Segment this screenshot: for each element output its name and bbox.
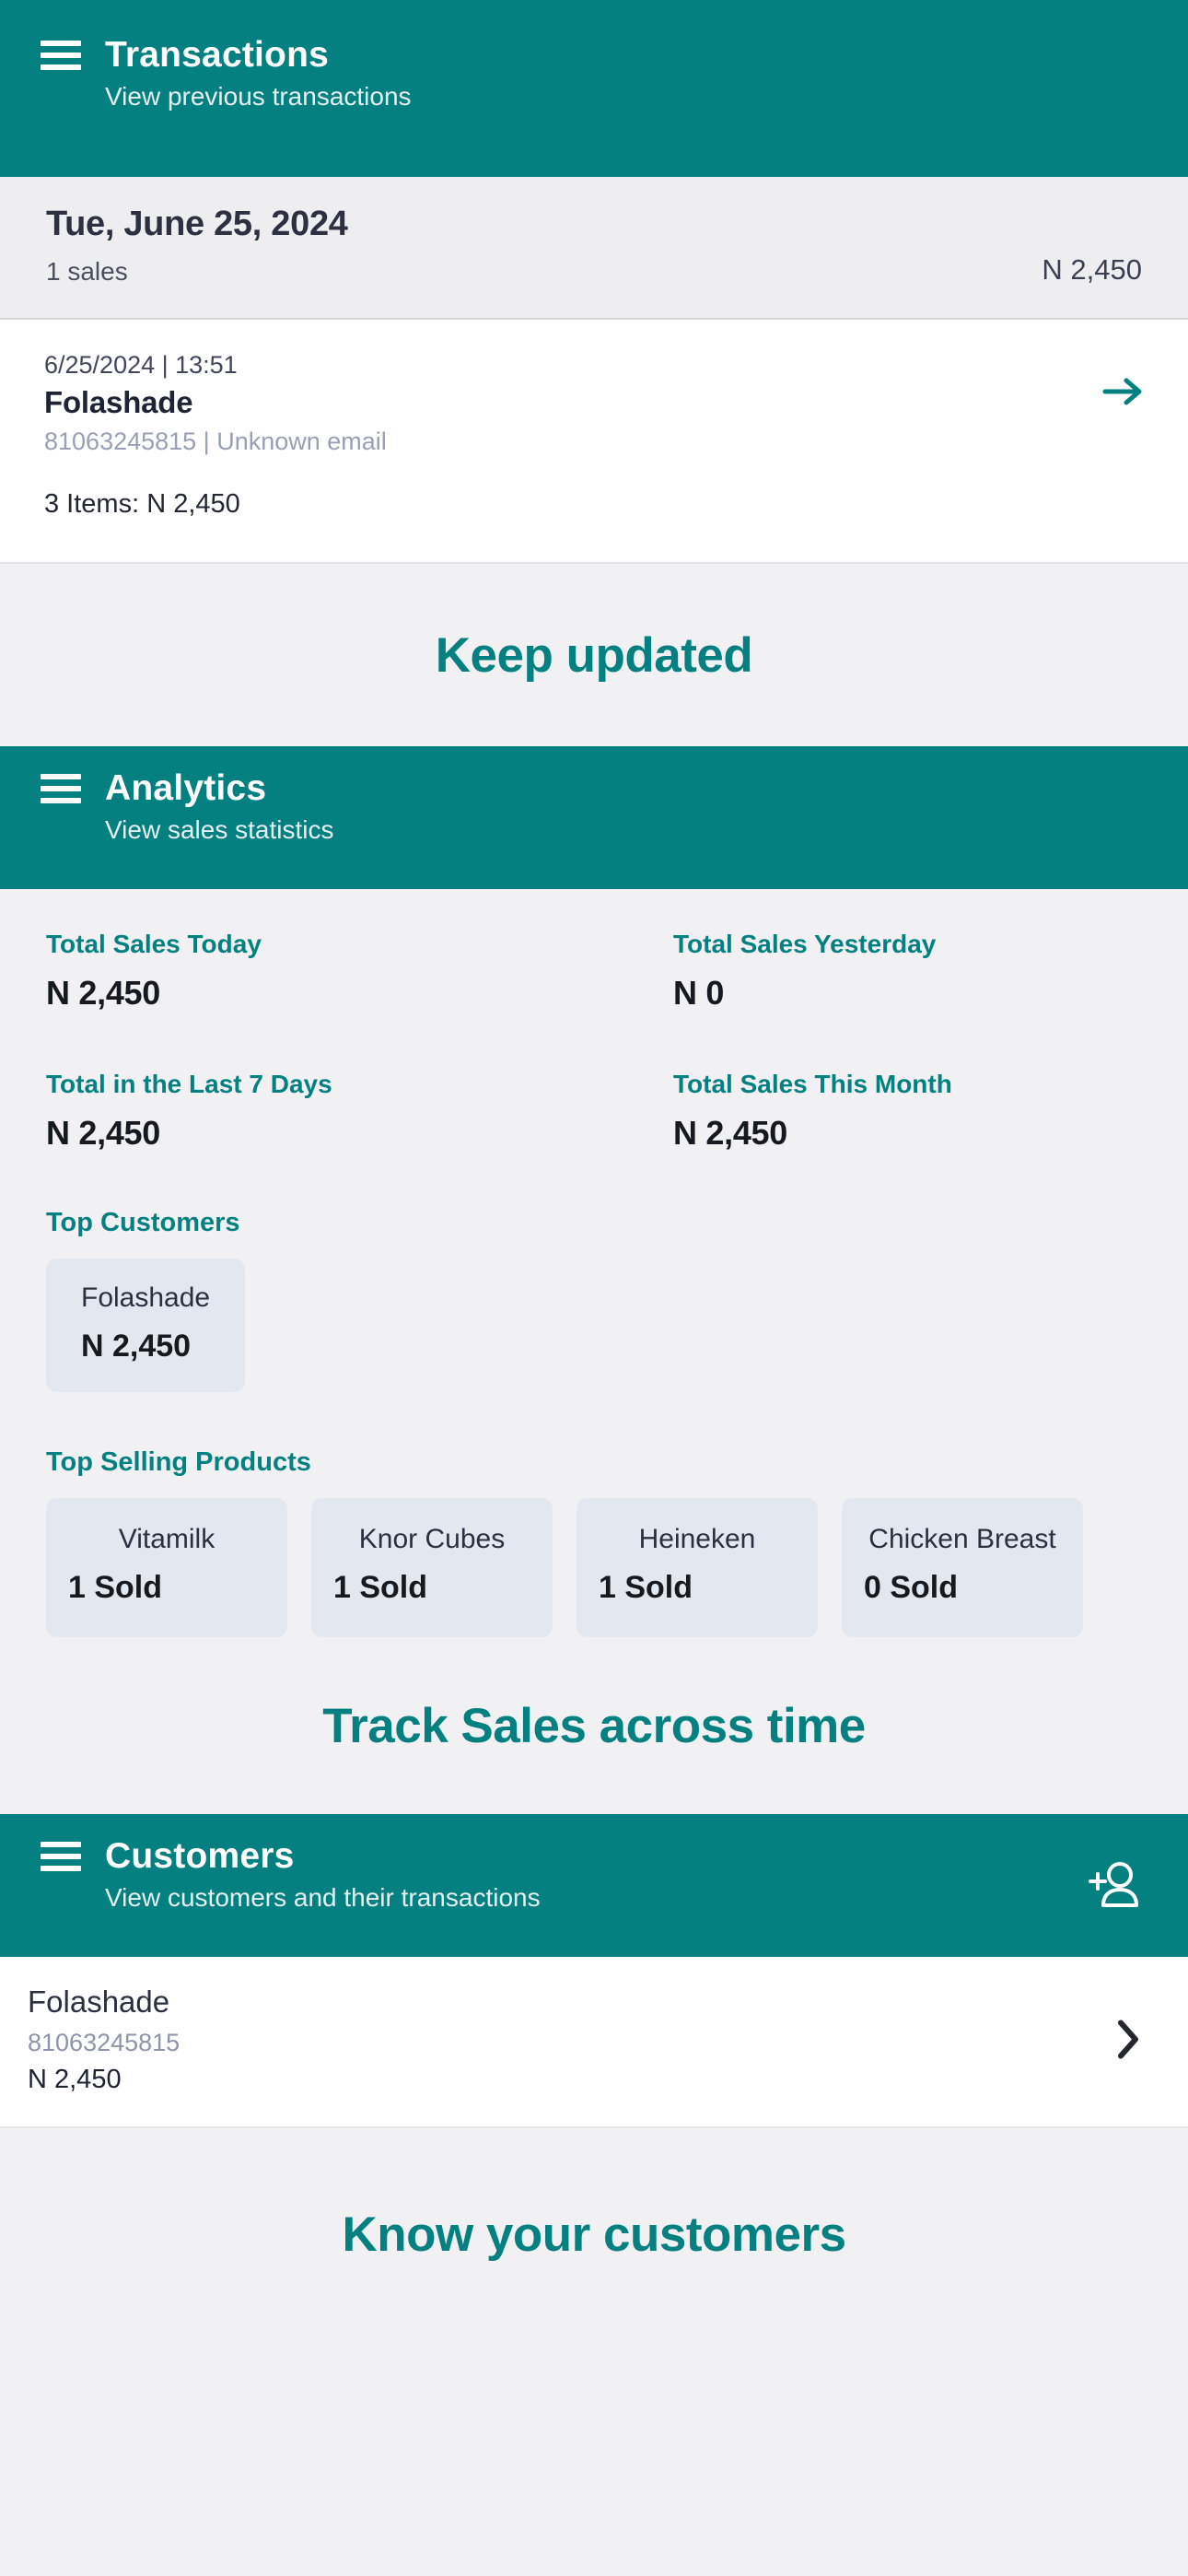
top-customer-chip[interactable]: Folashade N 2,450 [46, 1259, 246, 1392]
hamburger-icon[interactable] [41, 37, 81, 74]
hamburger-bar [41, 1842, 81, 1848]
customer-phone: 81063245815 [28, 2029, 181, 2056]
top-product-chip[interactable]: Vitamilk 1 Sold [46, 1498, 287, 1637]
transaction-row[interactable]: 6/25/2024 | 13:51 Folashade 81063245815 … [0, 320, 1188, 564]
stat-total-sales-yesterday: Total Sales Yesterday N 0 [594, 930, 1142, 1013]
customers-title: Customers [105, 1836, 295, 1876]
stat-total-sales-today: Total Sales Today N 2,450 [46, 930, 594, 1013]
top-product-value: 1 Sold [333, 1570, 428, 1605]
hamburger-bar [41, 1866, 81, 1872]
stat-label: Total in the Last 7 Days [46, 1070, 332, 1098]
stat-label: Total Sales Today [46, 930, 262, 958]
stat-label: Total Sales This Month [673, 1070, 952, 1098]
top-product-chip[interactable]: Knor Cubes 1 Sold [311, 1498, 553, 1637]
hamburger-bar [41, 774, 81, 780]
promo-track-sales-text: Track Sales across time [322, 1698, 866, 1753]
stat-total-last-7-days: Total in the Last 7 Days N 2,450 [46, 1070, 594, 1153]
customer-row[interactable]: Folashade 81063245815 N 2,450 [0, 1957, 1188, 2128]
top-product-name: Chicken Breast [868, 1524, 1056, 1554]
analytics-stat-grid: Total Sales Today N 2,450 Total Sales Ye… [46, 930, 1142, 1153]
transaction-date-summary: 1 sales N 2,450 [46, 253, 1142, 287]
arrow-right-icon[interactable] [1101, 373, 1146, 415]
stat-value: N 2,450 [46, 1114, 160, 1152]
promo-keep-updated: Keep updated [0, 564, 1188, 746]
top-product-name: Heineken [638, 1524, 756, 1554]
stat-value: N 2,450 [46, 974, 160, 1012]
hamburger-bar [41, 786, 81, 792]
customer-name: Folashade [28, 1985, 170, 2019]
transaction-sales-count: 1 sales [46, 257, 128, 286]
promo-track-sales: Track Sales across time [0, 1637, 1188, 1814]
top-product-name: Knor Cubes [358, 1524, 506, 1554]
transaction-datetime: 6/25/2024 | 13:51 [44, 351, 238, 379]
hamburger-bar [41, 64, 81, 71]
top-product-value: 0 Sold [864, 1570, 959, 1605]
customers-header: Customers View customers and their trans… [0, 1814, 1188, 1957]
hamburger-bar [41, 41, 81, 47]
app-screen: Transactions View previous transactions … [0, 0, 1188, 2576]
analytics-body: Total Sales Today N 2,450 Total Sales Ye… [0, 889, 1188, 1637]
hamburger-icon[interactable] [41, 1838, 81, 1875]
analytics-header: Analytics View sales statistics [0, 746, 1188, 889]
hamburger-bar [41, 53, 81, 59]
transaction-date-group: Tue, June 25, 2024 1 sales N 2,450 [0, 177, 1188, 320]
promo-keep-updated-text: Keep updated [435, 627, 753, 683]
top-product-value: 1 Sold [68, 1570, 163, 1605]
hamburger-bar [41, 1854, 81, 1860]
top-product-chip[interactable]: Chicken Breast 0 Sold [842, 1498, 1083, 1637]
top-customer-name: Folashade [81, 1282, 211, 1313]
stat-value: N 2,450 [673, 1114, 787, 1152]
customer-total: N 2,450 [28, 2065, 122, 2094]
stat-label: Total Sales Yesterday [673, 930, 937, 958]
top-customers-label: Top Customers [46, 1208, 240, 1237]
customers-subtitle: View customers and their transactions [105, 1882, 541, 1912]
top-selling-products-label: Top Selling Products [46, 1447, 311, 1477]
top-product-value: 1 Sold [599, 1570, 693, 1605]
customers-header-row: Customers [41, 1836, 1147, 1876]
transactions-header-row: Transactions [41, 35, 1147, 75]
hamburger-bar [41, 798, 81, 804]
analytics-title: Analytics [105, 768, 267, 808]
transactions-subtitle: View previous transactions [105, 81, 412, 111]
top-product-name: Vitamilk [118, 1524, 215, 1554]
person-add-icon[interactable] [1081, 1853, 1147, 1919]
transaction-date: Tue, June 25, 2024 [46, 205, 348, 243]
top-customer-value: N 2,450 [81, 1329, 192, 1364]
analytics-header-row: Analytics [41, 768, 1147, 808]
hamburger-icon[interactable] [41, 770, 81, 807]
promo-know-customers: Know your customers [0, 2128, 1188, 2340]
promo-know-customers-text: Know your customers [342, 2207, 846, 2262]
chevron-right-icon[interactable] [1112, 2017, 1144, 2067]
transaction-items-summary: 3 Items: N 2,450 [44, 489, 240, 519]
analytics-subtitle: View sales statistics [105, 814, 334, 844]
top-selling-products-list[interactable]: Vitamilk 1 Sold Knor Cubes 1 Sold Heinek… [46, 1498, 1142, 1637]
stat-total-sales-this-month: Total Sales This Month N 2,450 [594, 1070, 1142, 1153]
top-customers-list[interactable]: Folashade N 2,450 [46, 1259, 1142, 1392]
transaction-customer-contact: 81063245815 | Unknown email [44, 427, 387, 455]
transaction-day-total: N 2,450 [1042, 253, 1142, 286]
transactions-title: Transactions [105, 35, 329, 75]
transaction-customer-name: Folashade [44, 385, 193, 419]
stat-value: N 0 [673, 974, 725, 1012]
top-product-chip[interactable]: Heineken 1 Sold [577, 1498, 818, 1637]
transactions-header: Transactions View previous transactions [0, 0, 1188, 177]
